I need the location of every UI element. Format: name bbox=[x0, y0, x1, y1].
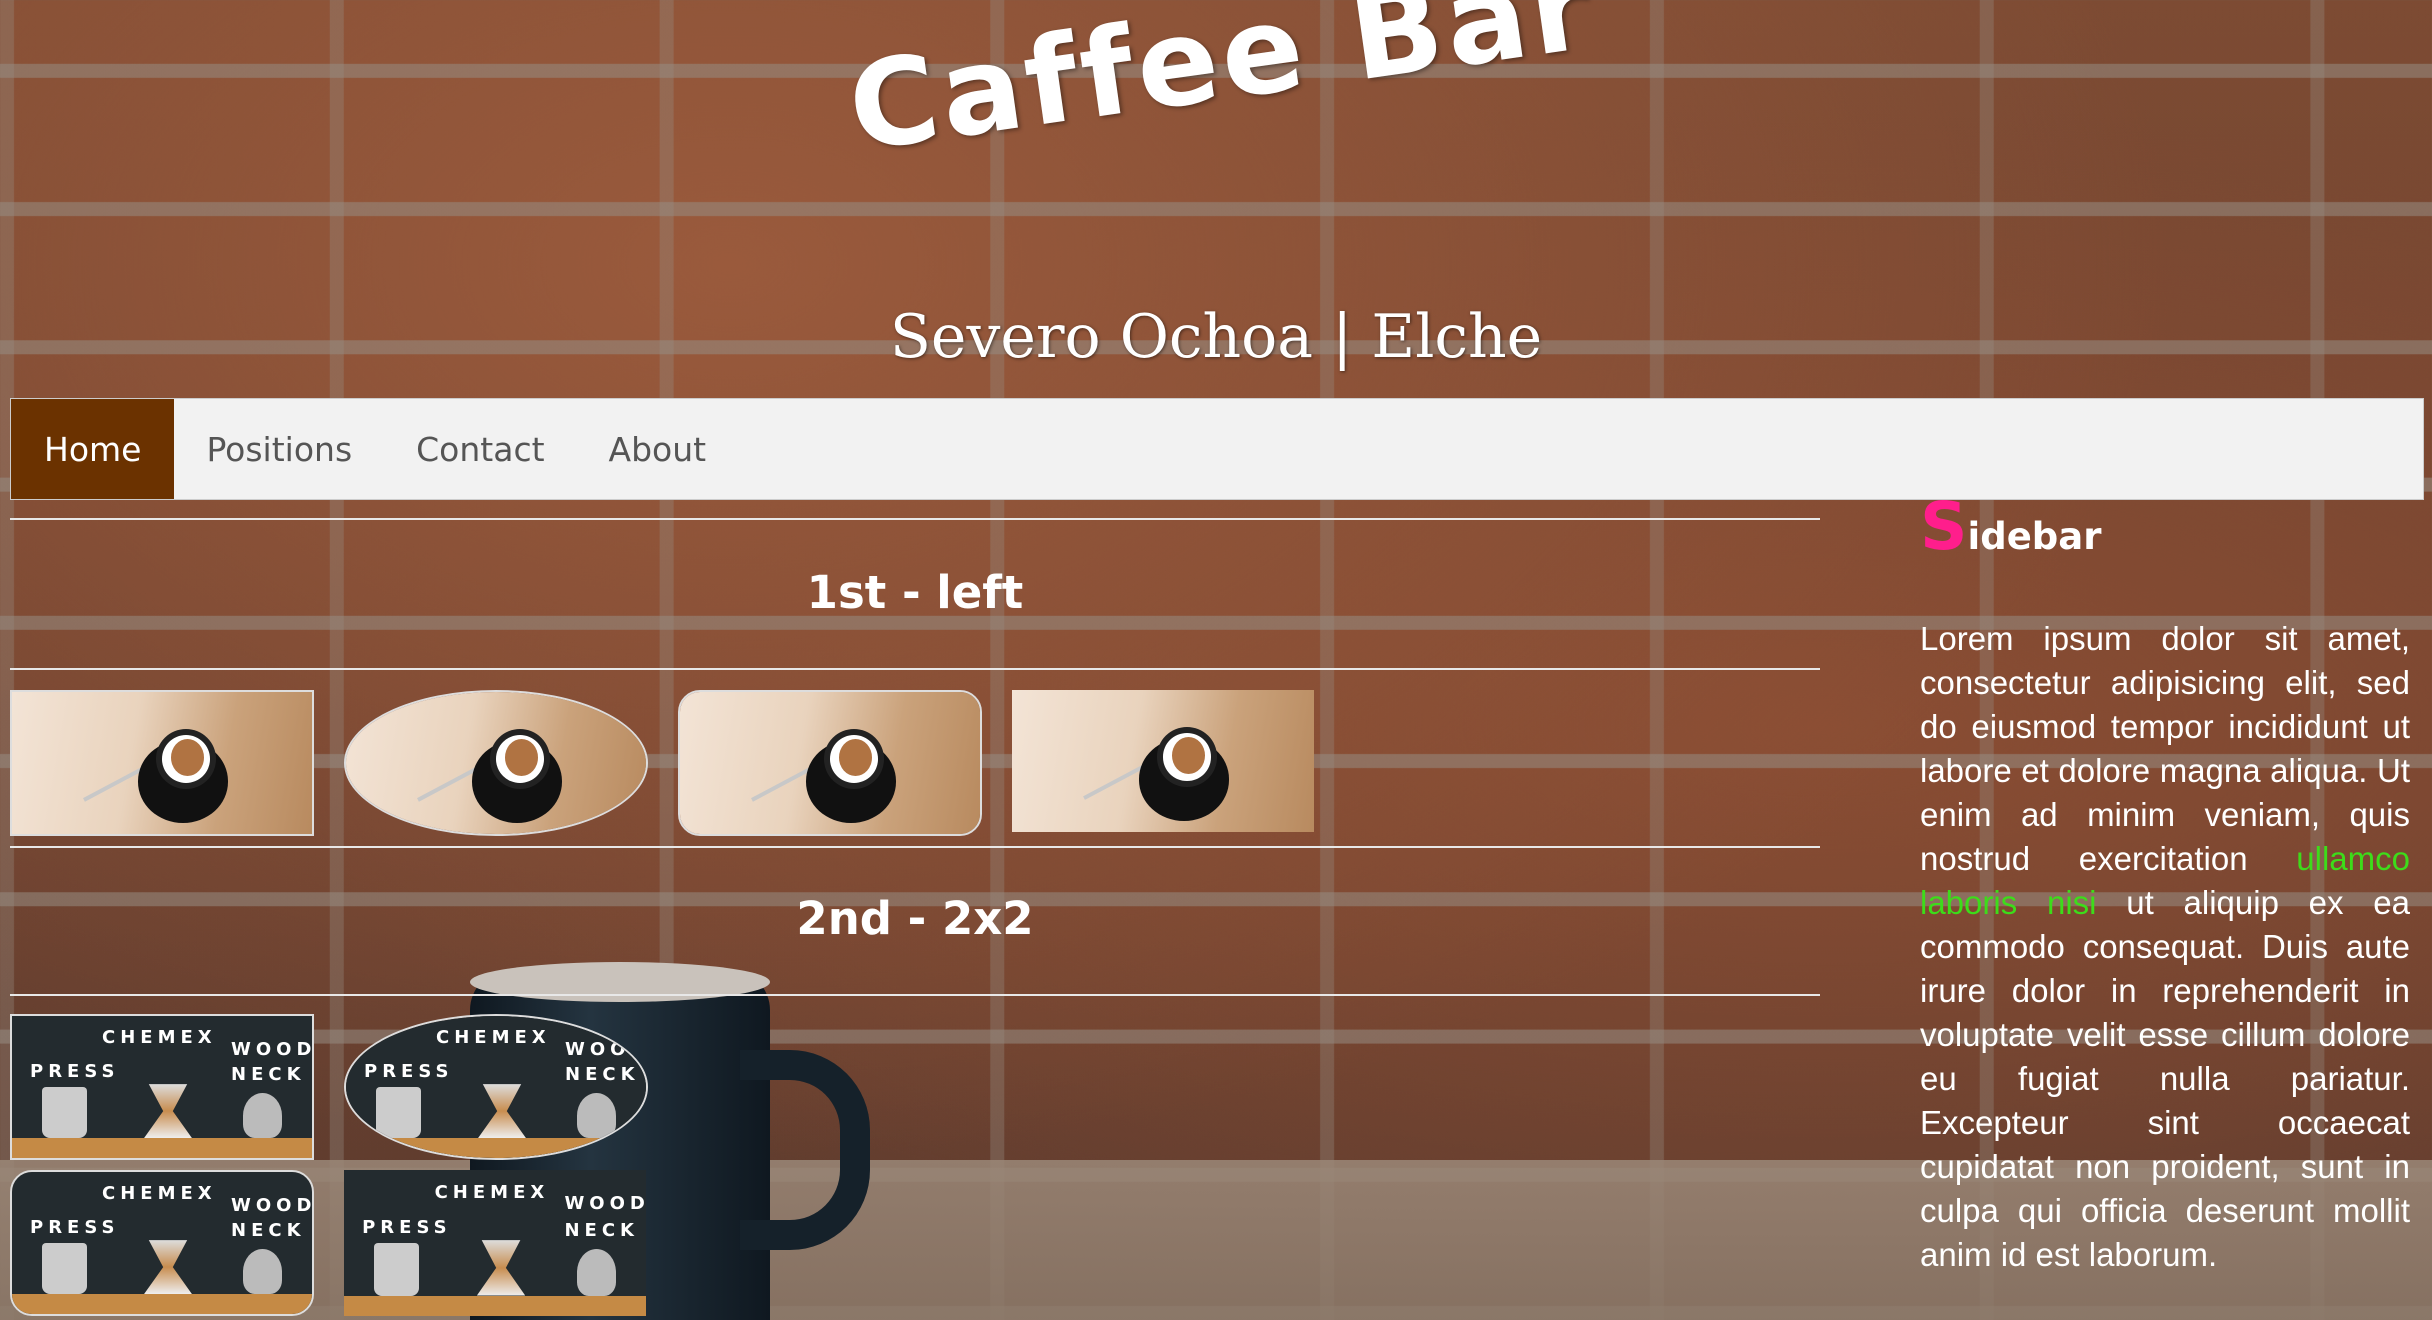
nav-item-contact[interactable]: Contact bbox=[384, 399, 576, 499]
coffee-image-plain bbox=[1012, 690, 1314, 832]
coffee-image bbox=[10, 690, 314, 836]
sidebar-text-before: Lorem ipsum dolor sit amet, consectetur … bbox=[1920, 620, 2410, 877]
divider bbox=[10, 994, 1820, 996]
divider bbox=[10, 518, 1820, 520]
chemex-label-neck: NECK bbox=[231, 1220, 306, 1242]
nav-item-positions[interactable]: Positions bbox=[174, 399, 384, 499]
chemex-label-chemex: CHEMEX bbox=[102, 1183, 217, 1205]
chemex-image-rounded: PRESS CHEMEX WOOD NECK bbox=[10, 1170, 314, 1316]
main-navbar: Home Positions Contact About bbox=[10, 398, 2424, 500]
section-title-2nd-2x2: 2nd - 2x2 bbox=[796, 892, 1034, 945]
site-title: Caffee Bar bbox=[840, 0, 1603, 180]
chemex-label-neck: NECK bbox=[565, 1064, 640, 1086]
chemex-label-chemex: CHEMEX bbox=[434, 1181, 550, 1203]
chemex-label-neck: NECK bbox=[564, 1219, 639, 1241]
sidebar-paragraph: Lorem ipsum dolor sit amet, consectetur … bbox=[1920, 617, 2410, 1277]
coffee-mug-rim bbox=[470, 962, 770, 1002]
divider bbox=[10, 846, 1820, 848]
coffee-image-rounded bbox=[678, 690, 982, 836]
sidebar-title: Sidebar bbox=[1920, 488, 2410, 565]
sidebar: Sidebar Lorem ipsum dolor sit amet, cons… bbox=[1920, 488, 2410, 1277]
site-subtitle: Severo Ochoa | Elche bbox=[889, 302, 1543, 372]
sidebar-title-initial: S bbox=[1920, 488, 1968, 565]
nav-item-home[interactable]: Home bbox=[11, 399, 175, 499]
chemex-image-oval: PRESS CHEMEX WOOD NECK bbox=[344, 1014, 648, 1160]
chemex-label-wood: WOOD bbox=[231, 1194, 314, 1216]
nav-item-about[interactable]: About bbox=[577, 399, 739, 499]
chemex-label-press: PRESS bbox=[364, 1061, 454, 1083]
chemex-label-neck: NECK bbox=[231, 1064, 306, 1086]
divider bbox=[10, 668, 1820, 670]
chemex-label-wood: WOOD bbox=[231, 1038, 314, 1060]
chemex-label-wood: WOOD bbox=[565, 1038, 648, 1060]
coffee-image-oval bbox=[344, 690, 648, 836]
chemex-label-chemex: CHEMEX bbox=[436, 1027, 551, 1049]
sidebar-title-rest: idebar bbox=[1967, 515, 2102, 558]
chemex-label-press: PRESS bbox=[30, 1217, 120, 1239]
chemex-image: PRESS CHEMEX WOOD NECK bbox=[10, 1014, 314, 1160]
section-title-1st-left: 1st - left bbox=[806, 566, 1024, 619]
chemex-label-chemex: CHEMEX bbox=[102, 1027, 217, 1049]
chemex-label-press: PRESS bbox=[362, 1216, 452, 1238]
coffee-mug-handle bbox=[740, 1050, 870, 1250]
sidebar-text-after: ut aliquip ex ea commodo consequat. Duis… bbox=[1920, 884, 2410, 1273]
chemex-label-press: PRESS bbox=[30, 1061, 120, 1083]
chemex-image-plain: PRESS CHEMEX WOOD NECK bbox=[344, 1170, 646, 1316]
chemex-label-wood: WOOD bbox=[564, 1193, 646, 1215]
